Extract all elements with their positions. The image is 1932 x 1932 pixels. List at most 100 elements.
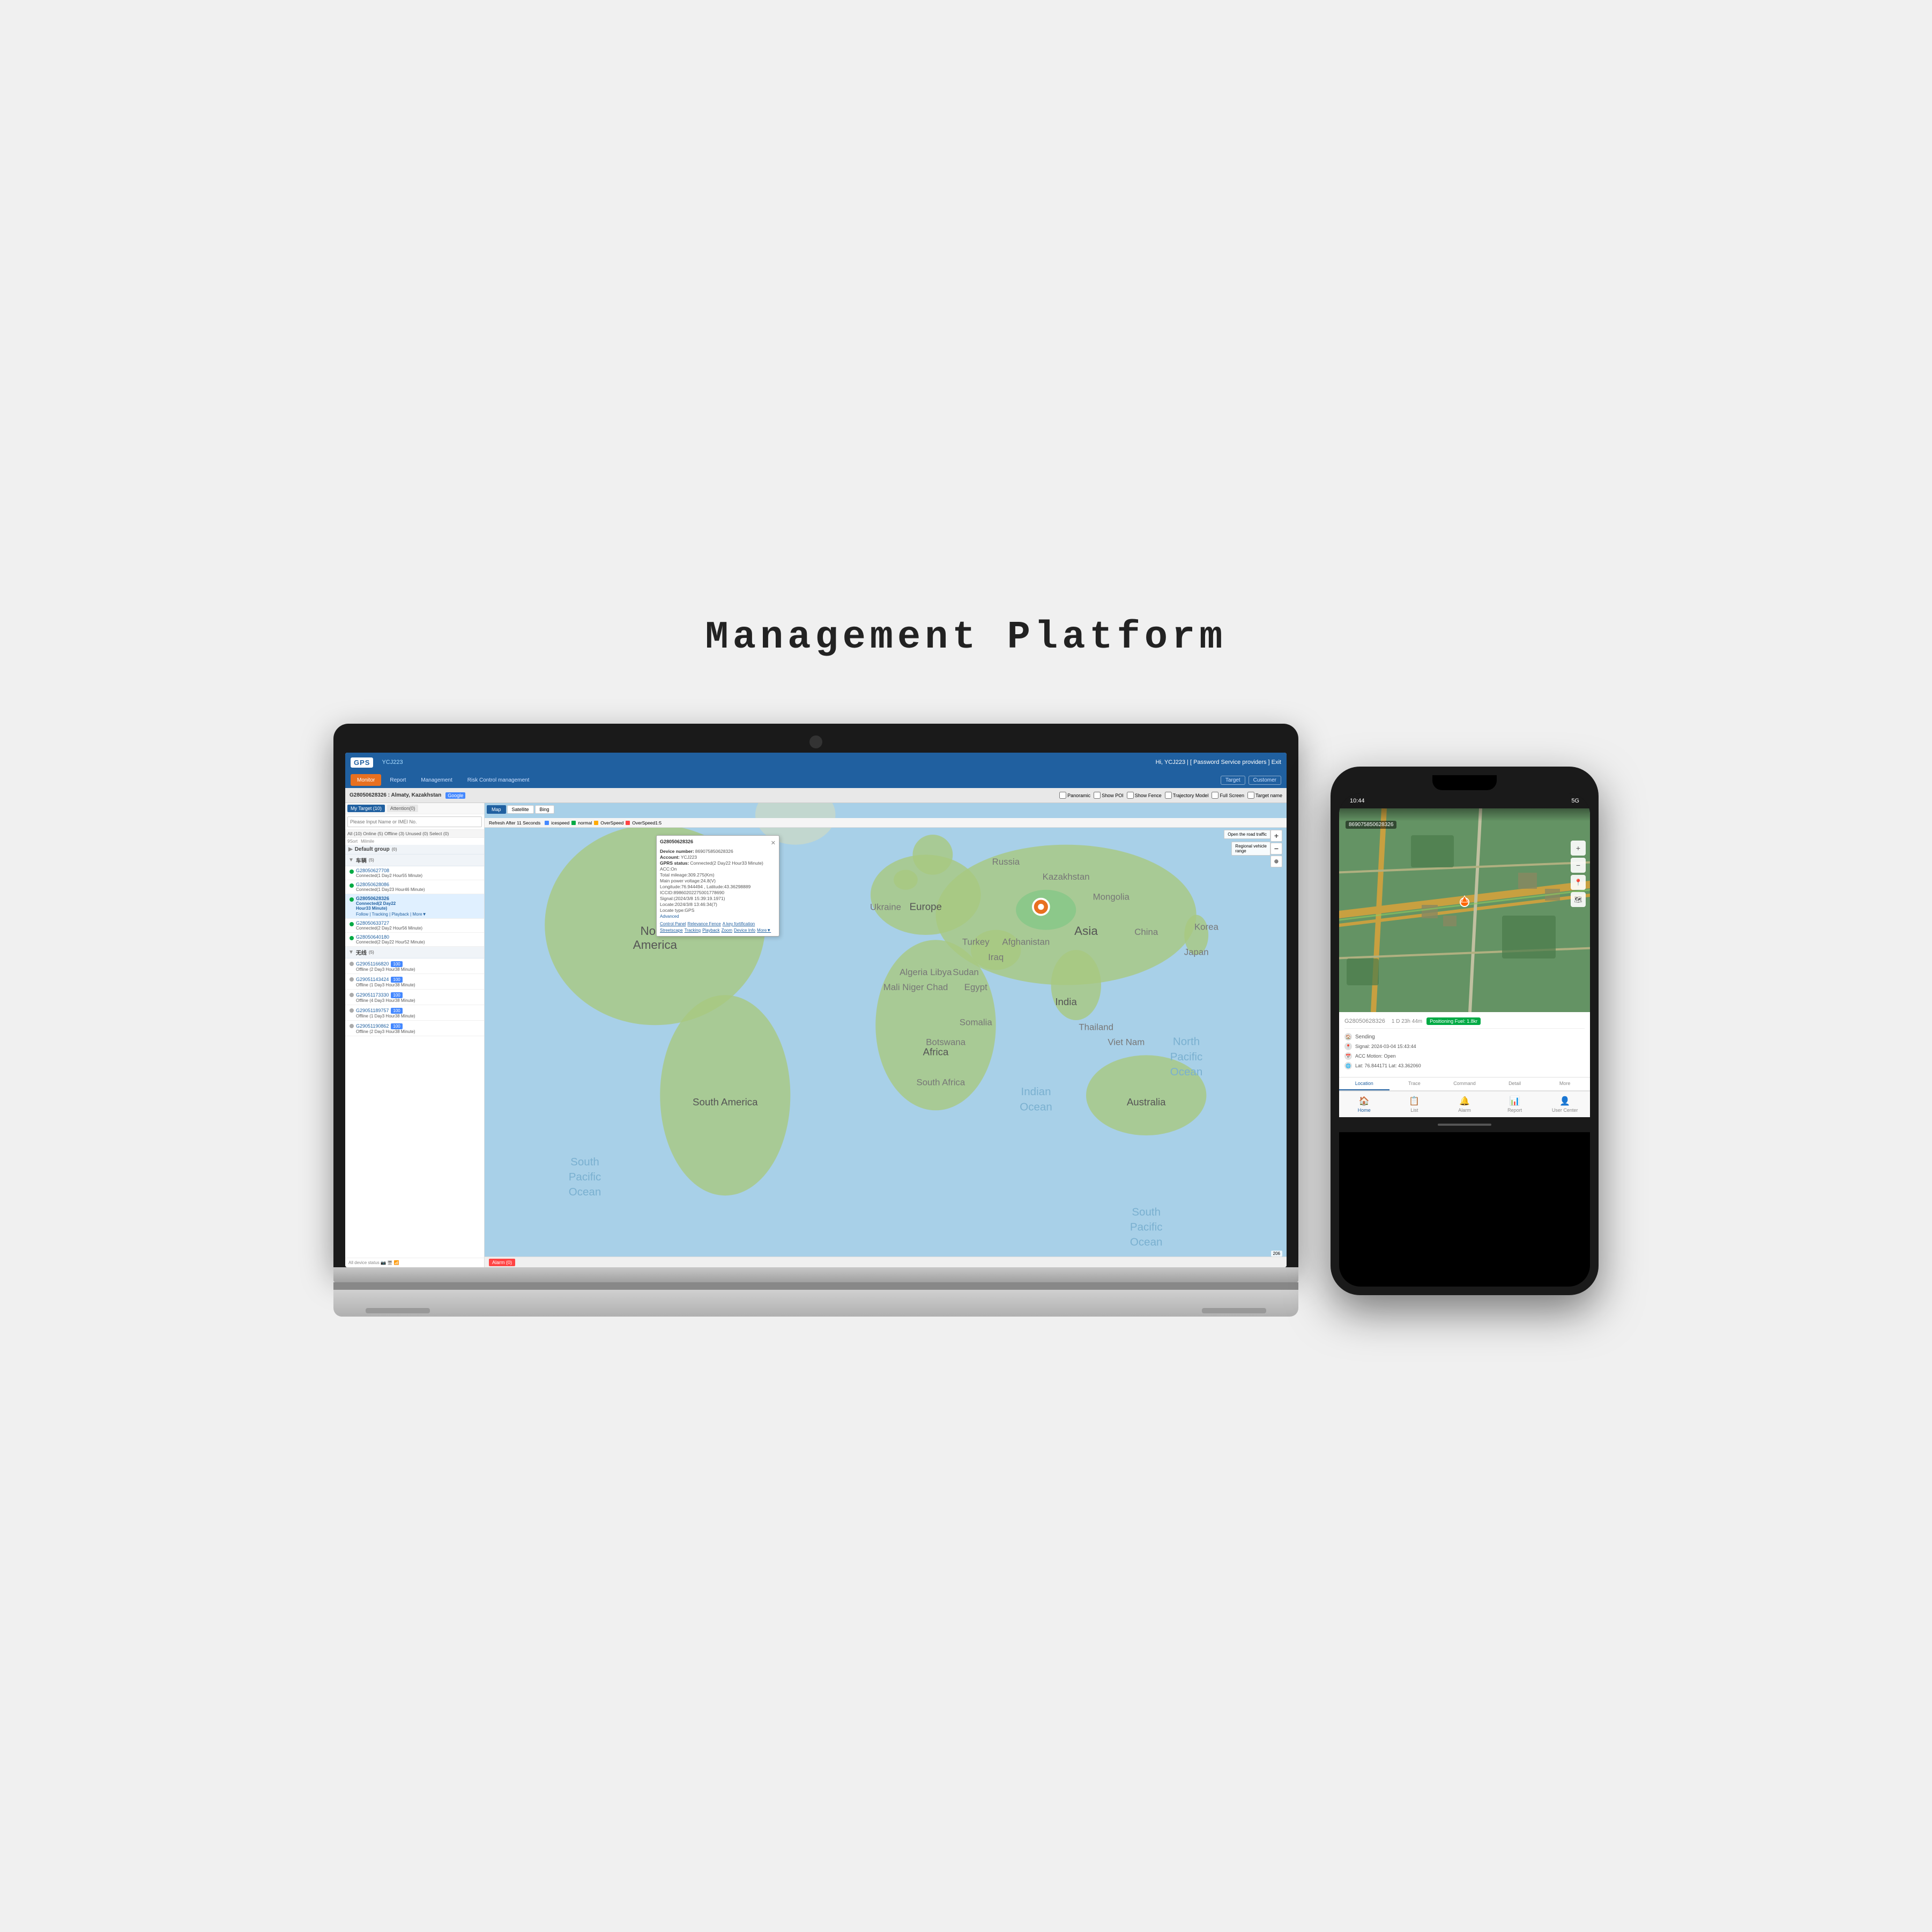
popup-playback-btn[interactable]: Playback [702, 928, 719, 933]
target-name-checkbox-label[interactable]: Target name [1247, 792, 1282, 799]
phone-tab-location[interactable]: Location [1339, 1078, 1389, 1090]
wireless-id-5[interactable]: G29051190862 [356, 1023, 389, 1029]
popup-more-btn[interactable]: More▼ [757, 928, 771, 933]
phone-map-layers[interactable]: 🗺 [1571, 892, 1586, 907]
phone-map-locate[interactable]: 📍 [1571, 875, 1586, 890]
popup-zoom-btn[interactable]: Zoom [722, 928, 732, 933]
gps-logo-text: GPS [351, 757, 373, 768]
popup-locate-val: Locate:2024/3/8 13:46:34(7) [660, 902, 717, 907]
phone-tab-command[interactable]: Command [1439, 1078, 1490, 1090]
phone-nav-alarm[interactable]: 🔔 Alarm [1439, 1091, 1490, 1117]
panoramic-checkbox[interactable] [1059, 792, 1066, 799]
alarm-tab[interactable]: Alarm (0) [489, 1259, 515, 1266]
popup-a-key-btn[interactable]: A key fortification [723, 922, 755, 926]
wireless-id-3[interactable]: G29051173330 [356, 992, 389, 998]
show-fence-checkbox[interactable] [1127, 792, 1134, 799]
nav-management-btn[interactable]: Management [414, 774, 458, 786]
nav-risk-btn[interactable]: Risk Control management [461, 774, 536, 786]
zoom-reset-btn[interactable]: ⊕ [1270, 856, 1282, 867]
show-fence-checkbox-label[interactable]: Show Fence [1127, 792, 1162, 799]
vehicle-search-input[interactable] [347, 816, 482, 827]
nav-customer-btn[interactable]: Customer [1249, 776, 1281, 785]
wireless-info-2: G29051143424 100 Offline (1 Day3 Hour38 … [356, 976, 415, 987]
phone-detail-tabs: Location Trace Command Detail More [1339, 1077, 1590, 1091]
world-map[interactable]: North America South America Africa Asia … [485, 803, 1287, 1267]
phone-nav-user[interactable]: 👤 User Center [1540, 1091, 1590, 1117]
zoom-in-btn[interactable]: + [1270, 830, 1282, 842]
vehicle-id-1[interactable]: G28050627708 [356, 868, 422, 873]
home-nav-label: Home [1358, 1108, 1371, 1113]
vehicle-info-2: G28050628086 Connected(1 Day23 Hour46 Mi… [356, 882, 425, 892]
show-poi-checkbox[interactable] [1094, 792, 1101, 799]
map-tab-bing[interactable]: Bing [535, 805, 554, 814]
popup-iccid-val: ICCID:89860202275001778690 [660, 890, 724, 895]
alarm-nav-icon: 🔔 [1459, 1096, 1470, 1106]
nav-monitor-btn[interactable]: Monitor [351, 774, 381, 786]
icespeed-dot [545, 821, 549, 825]
vehicle-info-3: G28050633727 Connected(2 Day2 Hour56 Min… [356, 920, 422, 931]
phone-nav-list[interactable]: 📋 List [1389, 1091, 1440, 1117]
laptop-hinge [333, 1282, 1298, 1290]
popup-device-info-btn[interactable]: Device Info [734, 928, 755, 933]
phone-map-zoom-out[interactable]: − [1571, 858, 1586, 873]
popup-gprs-row: GPRS status: Connected(2 Day22 Hour33 Mi… [660, 860, 776, 866]
zoom-out-btn[interactable]: − [1270, 843, 1282, 854]
wireless-row-5: G29051190862 100 [356, 1022, 415, 1029]
phone-nav-report[interactable]: 📊 Report [1490, 1091, 1540, 1117]
wireless-id-4[interactable]: G29051189757 [356, 1008, 389, 1013]
vehicle-id-3[interactable]: G28050633727 [356, 920, 422, 926]
gps-header: GPS YCJ223 Hi, YCJ223 | [ Password Servi… [345, 753, 1287, 772]
regional-vehicle-box[interactable]: Regional vehicle range [1231, 842, 1270, 856]
nav-report-btn[interactable]: Report [383, 774, 412, 786]
user-nav-icon: 👤 [1559, 1096, 1570, 1106]
popup-advanced-btn[interactable]: Advanced [660, 914, 776, 919]
my-target-tab[interactable]: My Target (10) [347, 805, 385, 812]
popup-relevance-fence-btn[interactable]: Relevance Fence [687, 922, 720, 926]
trajectory-checkbox-label[interactable]: Trajectory Model [1165, 792, 1209, 799]
road-traffic-box[interactable]: Open the road traffic [1224, 830, 1270, 839]
phone-map[interactable]: 869075850628326 + − 📍 🗺 [1339, 808, 1590, 1012]
map-tab-map[interactable]: Map [487, 805, 506, 814]
wireless-info-1: G29051166820 100 Offline (2 Day3 Hour38 … [356, 960, 415, 972]
laptop-foot-right [1202, 1308, 1266, 1313]
phone-tab-more[interactable]: More [1540, 1078, 1590, 1090]
show-poi-checkbox-label[interactable]: Show POI [1094, 792, 1124, 799]
popup-streetscape-btn[interactable]: Streetscape [660, 928, 683, 933]
fullscreen-checkbox-label[interactable]: Full Screen [1212, 792, 1244, 799]
phone-tab-trace[interactable]: Trace [1389, 1078, 1440, 1090]
phone-tab-detail[interactable]: Detail [1490, 1078, 1540, 1090]
panoramic-checkbox-label[interactable]: Panoramic [1059, 792, 1090, 799]
vehicle-id-active[interactable]: G28050628326 [356, 896, 427, 901]
target-name-checkbox[interactable] [1247, 792, 1254, 799]
user-nav-label: User Center [1552, 1108, 1578, 1113]
wireless-id-2[interactable]: G29051143424 [356, 977, 389, 982]
phone-map-bg: 869075850628326 + − 📍 🗺 [1339, 808, 1590, 1012]
popup-control-panel-btn[interactable]: Control Panel [660, 922, 686, 926]
attention-tab[interactable]: Attention(0) [387, 805, 419, 812]
sidebar-group-wireless[interactable]: ▼ 无线 (5) [345, 947, 484, 958]
svg-text:Egypt: Egypt [964, 982, 987, 992]
sidebar-group-default[interactable]: ▶ Default group (0) [345, 845, 484, 854]
range-label: range [1235, 849, 1267, 853]
wireless-row-2: G29051143424 100 [356, 976, 415, 983]
trajectory-checkbox[interactable] [1165, 792, 1172, 799]
map-tab-satellite[interactable]: Satellite [507, 805, 534, 814]
popup-close-icon[interactable]: ✕ [771, 839, 776, 846]
phone-nav-home[interactable]: 🏠 Home [1339, 1091, 1389, 1117]
vehicle-actions: Follow | Tracking | Playback | More▼ [356, 912, 427, 917]
list-item: G28050627708 Connected(1 Day2 Hour55 Min… [345, 866, 484, 880]
fullscreen-checkbox[interactable] [1212, 792, 1218, 799]
popup-tracking-btn[interactable]: Tracking [685, 928, 701, 933]
popup-gprs-val: Connected(2 Day22 Hour33 Minute) [690, 860, 763, 866]
offline-dot-3 [350, 993, 354, 997]
sidebar-group-vehicles[interactable]: ▼ 车辆 (5) [345, 854, 484, 866]
phone-map-zoom-in[interactable]: + [1571, 841, 1586, 856]
svg-text:Indian: Indian [1021, 1086, 1051, 1098]
vehicle-id-2[interactable]: G28050628086 [356, 882, 425, 887]
svg-text:Mali Niger Chad: Mali Niger Chad [883, 982, 948, 992]
nav-target-btn[interactable]: Target [1221, 776, 1245, 785]
popup-locate-row: Locate:2024/3/8 13:46:34(7) [660, 902, 776, 907]
wireless-id-1[interactable]: G29051166820 [356, 961, 389, 967]
list-item: G29051190862 100 Offline (2 Day3 Hour38 … [345, 1021, 484, 1036]
vehicle-id-4[interactable]: G28050640180 [356, 934, 425, 940]
